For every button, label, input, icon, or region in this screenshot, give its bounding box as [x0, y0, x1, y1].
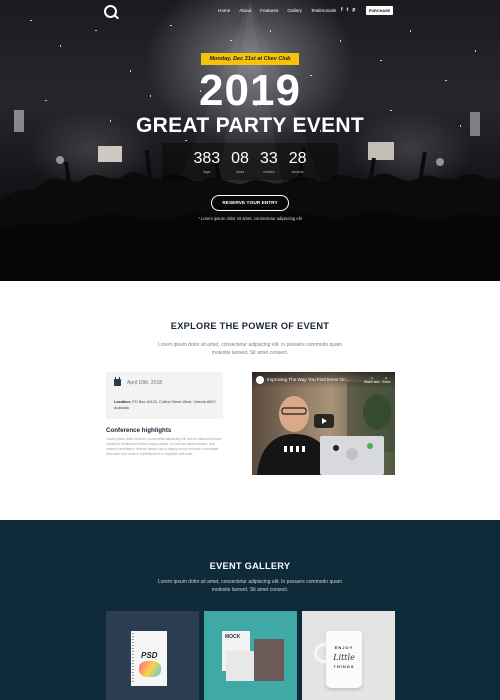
play-icon[interactable]: [314, 414, 334, 428]
event-info-card: April 10th, 2018 Location: PO Box 16122,…: [106, 372, 223, 419]
notebook-text: PSD: [141, 651, 158, 660]
event-date-badge: Monday, Dec 31st at Ckev Club: [201, 53, 299, 65]
countdown-hours: 08 hours: [231, 150, 249, 180]
nav-link-about[interactable]: About: [239, 8, 251, 13]
pinterest-icon[interactable]: p: [352, 7, 355, 13]
countdown-value: 383: [193, 150, 221, 167]
purchase-button[interactable]: PURCHASE: [366, 6, 393, 15]
event-date: April 10th, 2018: [127, 380, 163, 386]
share-button[interactable]: ➦ Share: [382, 376, 391, 384]
notebook-rings: [132, 633, 134, 684]
countdown-value: 33: [259, 150, 278, 167]
highlights-text: Lorem ipsum dolor sit amet, consectetur …: [106, 437, 222, 456]
gallery-item-mug[interactable]: ENJOY Little THINGS: [302, 611, 395, 700]
countdown-label: minutes: [263, 170, 275, 174]
countdown-label: seconds: [291, 170, 304, 174]
notebook-image: PSD: [131, 631, 167, 686]
highlights-heading: Conference highlights: [106, 427, 172, 434]
nav-link-features[interactable]: Features: [260, 8, 278, 13]
mug-text-line3: THINGS: [333, 664, 355, 669]
reserve-entry-button[interactable]: RESERVE YOUR ENTRY: [211, 195, 289, 211]
notebook-artwork: [139, 661, 161, 677]
facebook-icon[interactable]: f: [341, 7, 343, 13]
countdown-label: hours: [236, 170, 245, 174]
hero-year: 2019: [199, 66, 301, 115]
explore-heading: EXPLORE THE POWER OF EVENT: [170, 321, 330, 331]
countdown-minutes: 33 minutes: [260, 150, 278, 180]
crowd-background: [0, 0, 500, 281]
video-title[interactable]: Improving The Way You Find Items On...: [267, 377, 357, 382]
hero-title: GREAT PARTY EVENT: [136, 114, 364, 137]
countdown-timer: 383 days 08 hours 33 minutes 28 seconds: [162, 143, 338, 180]
social-links: f t p: [341, 7, 355, 13]
countdown-value: 28: [288, 150, 307, 167]
logo-icon[interactable]: [104, 5, 117, 18]
watch-later-button[interactable]: ◷ Watch later: [364, 376, 380, 384]
gallery-description: Lorem ipsum dolor sit amet, consectetur …: [158, 579, 342, 593]
calendar-icon: [114, 377, 121, 386]
countdown-value: 08: [231, 150, 249, 167]
watch-later-label: Watch later: [364, 380, 381, 384]
book-cover-text: MOCK: [225, 634, 241, 640]
twitter-icon[interactable]: t: [347, 7, 349, 13]
gallery-item-notebook[interactable]: PSD: [106, 611, 199, 700]
hero-note: * Lorem ipsum dolor sit amet, consectetu…: [198, 216, 302, 221]
countdown-seconds: 28 seconds: [289, 150, 307, 180]
magazine: [254, 639, 284, 681]
countdown-days: 383 days: [193, 150, 220, 180]
mug-text-line1: ENJOY: [334, 645, 354, 650]
gallery-heading: EVENT GALLERY: [209, 561, 291, 571]
mug-image: ENJOY Little THINGS: [314, 631, 362, 688]
main-nav: Home About Features Gallery Testimonials: [218, 8, 345, 13]
countdown-label: days: [203, 170, 211, 174]
explore-description: Lorem ipsum dolor sit amet, consectetur …: [158, 342, 342, 356]
nav-link-testimonials[interactable]: Testimonials: [311, 8, 336, 13]
share-label: Share: [382, 380, 391, 384]
mug-text-line2: Little: [333, 653, 355, 662]
location-label: Location:: [114, 400, 132, 404]
event-location: Location: PO Box 16122, Collins Street W…: [114, 399, 219, 411]
gallery-item-books[interactable]: MOCK: [204, 611, 297, 700]
video-player[interactable]: Improving The Way You Find Items On... ◷…: [252, 372, 395, 475]
nav-link-home[interactable]: Home: [218, 8, 230, 13]
hero-section: Home About Features Gallery Testimonials…: [0, 0, 500, 281]
nav-link-gallery[interactable]: Gallery: [287, 8, 302, 13]
open-book: [226, 651, 256, 681]
channel-avatar[interactable]: [256, 376, 264, 384]
gallery-section: EVENT GALLERY Lorem ipsum dolor sit amet…: [0, 520, 500, 700]
